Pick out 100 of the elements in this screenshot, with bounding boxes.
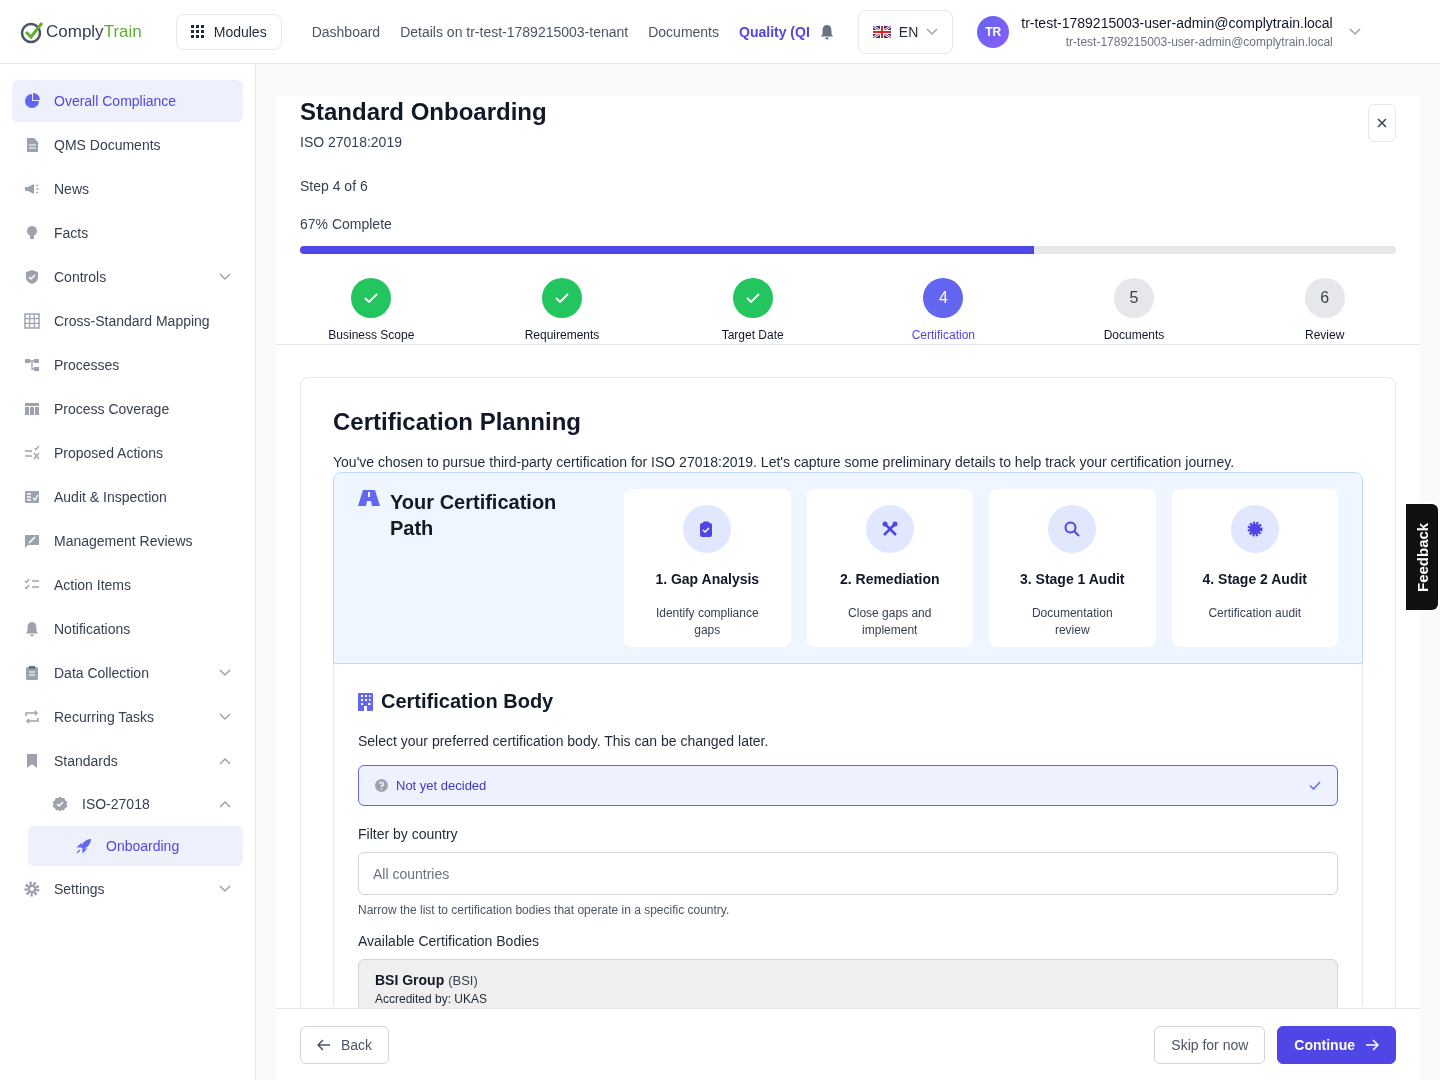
hint-text: Select your preferred certification body. This can be changed later. bbox=[358, 733, 770, 749]
sidebar-item[interactable]: News bbox=[12, 168, 243, 210]
chat-pen-icon bbox=[24, 533, 40, 549]
continue-button[interactable]: Continue bbox=[1277, 1025, 1396, 1064]
progress-label: 67% Complete bbox=[300, 216, 393, 232]
chevron-down-icon[interactable] bbox=[219, 713, 231, 721]
nav-link[interactable]: Details on tr-test-1789215003-tenant bbox=[400, 23, 629, 40]
sidebar-item[interactable]: Standards bbox=[12, 740, 243, 782]
step-circle[interactable]: 4 bbox=[923, 278, 964, 318]
step-counter: Step 4 of 6 bbox=[300, 178, 369, 194]
chevron-down-icon[interactable] bbox=[219, 669, 231, 677]
badge-check-icon bbox=[52, 796, 68, 812]
document-icon bbox=[24, 137, 40, 153]
sidebar-item[interactable]: Recurring Tasks bbox=[12, 696, 243, 738]
seal-icon bbox=[1246, 521, 1263, 537]
feedback-tab[interactable]: Feedback bbox=[1406, 502, 1440, 612]
sidebar-item[interactable]: Management Reviews bbox=[12, 520, 243, 562]
step-circle[interactable]: 5 bbox=[1114, 278, 1154, 318]
stage-title: 1. Gap Analysis bbox=[655, 571, 760, 587]
chevron-down-icon[interactable] bbox=[1348, 27, 1361, 36]
sidebar-item[interactable]: QMS Documents bbox=[12, 124, 243, 166]
search-icon bbox=[1064, 521, 1081, 537]
flag-icon bbox=[872, 25, 891, 38]
sidebar-item[interactable]: Controls bbox=[12, 256, 243, 298]
sidebar-item[interactable]: Process Coverage bbox=[12, 388, 243, 430]
arrow-right-icon bbox=[1365, 1038, 1379, 1051]
rocket-icon bbox=[76, 838, 92, 854]
pie-chart-icon bbox=[24, 93, 40, 109]
sidebar-item[interactable]: Audit & Inspection bbox=[12, 476, 243, 518]
check-icon bbox=[745, 293, 760, 303]
nav-link[interactable]: Dashboard bbox=[311, 23, 381, 40]
close-button[interactable] bbox=[1368, 104, 1396, 142]
hierarchy-icon bbox=[24, 357, 40, 373]
sidebar-item[interactable]: Notifications bbox=[12, 608, 243, 650]
intro-text: You've chosen to pursue third-party certification for ISO 27018:2019. Let's capture some preliminary details to help track your certification journey. bbox=[333, 454, 1236, 470]
step-circle[interactable] bbox=[542, 278, 582, 318]
building-icon bbox=[358, 692, 373, 711]
lightbulb-icon bbox=[24, 225, 40, 241]
stage-description: Close gaps and implement bbox=[847, 605, 933, 639]
chevron-up-icon[interactable] bbox=[219, 800, 231, 808]
check-circle-icon bbox=[20, 19, 44, 44]
help-text: Narrow the list to certification bodies that operate in a specific country. bbox=[358, 903, 731, 917]
field-label: Filter by country bbox=[358, 826, 459, 842]
stage-description: Documentation review bbox=[1030, 605, 1114, 639]
close-icon bbox=[1377, 118, 1387, 128]
stage-title: 3. Stage 1 Audit bbox=[1020, 571, 1125, 587]
user-avatar[interactable]: TR bbox=[977, 15, 1010, 48]
sidebar-item[interactable]: Processes bbox=[12, 344, 243, 386]
repeat-icon bbox=[24, 709, 40, 725]
step-label: Documents bbox=[1103, 328, 1165, 342]
path-title: Your Certification Path bbox=[390, 490, 558, 541]
sidebar-item[interactable]: Facts bbox=[12, 212, 243, 254]
shield-icon bbox=[24, 269, 40, 285]
stage-description: Certification audit bbox=[1208, 605, 1302, 622]
table-icon bbox=[24, 401, 40, 417]
step-circle[interactable]: 6 bbox=[1304, 278, 1345, 318]
step-label: Requirements bbox=[524, 328, 600, 342]
user-name: tr-test-1789215003-user-admin@complytrain.local bbox=[1021, 14, 1333, 31]
skip-button[interactable]: Skip for now bbox=[1154, 1025, 1266, 1064]
check-icon bbox=[364, 293, 379, 303]
certification-body-option[interactable]: BSI Group (BSI) Accredited by: UKAS bbox=[358, 959, 1338, 1008]
chevron-down-icon[interactable] bbox=[219, 273, 231, 281]
back-button[interactable]: Back bbox=[300, 1025, 390, 1064]
nav-link[interactable]: Quality (QI bbox=[739, 23, 810, 40]
language-button[interactable]: EN bbox=[857, 9, 954, 54]
sidebar-item[interactable]: Settings bbox=[12, 868, 243, 910]
certification-body-select[interactable]: Not yet decided bbox=[358, 765, 1338, 806]
modules-button[interactable]: Modules bbox=[175, 13, 282, 50]
bell-icon bbox=[24, 621, 40, 637]
step-circle[interactable] bbox=[351, 278, 392, 318]
chevron-up-icon[interactable] bbox=[219, 757, 231, 765]
grid-icon bbox=[24, 313, 40, 329]
accreditation-text: Accredited by: UKAS bbox=[375, 992, 489, 1006]
nav-link[interactable]: Documents bbox=[648, 23, 719, 40]
bell-icon[interactable] bbox=[819, 23, 834, 40]
sidebar-item[interactable]: Proposed Actions bbox=[12, 432, 243, 474]
stage-title: 2. Remediation bbox=[839, 571, 940, 587]
clipboard-icon bbox=[24, 665, 40, 681]
user-email: tr-test-1789215003-user-admin@complytrain.local bbox=[1065, 34, 1333, 49]
step-label: Review bbox=[1305, 328, 1345, 342]
standard-name: ISO 27018:2019 bbox=[300, 134, 403, 150]
sidebar-item[interactable]: ISO-27018 bbox=[12, 784, 243, 824]
logo-text: ComplyTrain bbox=[46, 21, 142, 42]
grid-icon bbox=[190, 25, 204, 38]
arrow-left-icon bbox=[317, 1038, 331, 1051]
chevron-down-icon[interactable] bbox=[219, 885, 231, 893]
step-circle[interactable] bbox=[732, 278, 773, 318]
sidebar-item[interactable]: Data Collection bbox=[12, 652, 243, 694]
step-label: Certification bbox=[911, 328, 975, 342]
stage-description: Identify compliance gaps bbox=[654, 605, 760, 639]
sidebar-item[interactable]: Overall Compliance bbox=[12, 80, 243, 122]
list-x-icon bbox=[24, 445, 40, 461]
sidebar-item[interactable]: Onboarding bbox=[28, 826, 243, 866]
sidebar-item[interactable]: Cross-Standard Mapping bbox=[12, 300, 243, 342]
stage-title: 4. Stage 2 Audit bbox=[1202, 571, 1307, 587]
bookmark-icon bbox=[24, 753, 40, 769]
sidebar-item[interactable]: Action Items bbox=[12, 564, 243, 606]
country-filter-field[interactable]: All countries bbox=[358, 852, 1338, 895]
chevron-down-icon bbox=[926, 27, 939, 36]
section-title: Certification Planning bbox=[333, 408, 582, 436]
